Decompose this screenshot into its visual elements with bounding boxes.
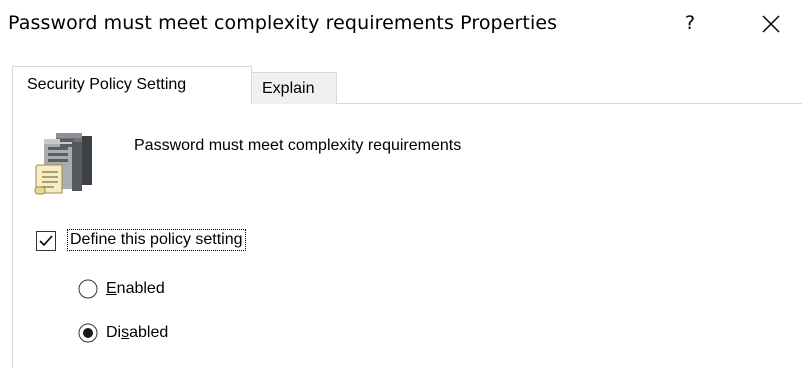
checkmark-icon	[39, 235, 53, 247]
enabled-label: Enabled	[106, 280, 165, 297]
policy-name: Password must meet complexity requiremen…	[134, 137, 462, 154]
checkbox-checked[interactable]	[36, 231, 56, 251]
define-policy-label: Define this policy setting	[67, 229, 246, 251]
server-policy-icon	[34, 131, 104, 197]
radio-unselected-icon[interactable]	[78, 279, 98, 299]
tab-label: Security Policy Setting	[27, 76, 187, 93]
disabled-label: Disabled	[106, 324, 169, 341]
tab-strip: Security Policy Setting Explain	[0, 0, 802, 104]
radio-selected-icon[interactable]	[78, 323, 98, 343]
tab-security-policy-setting[interactable]: Security Policy Setting	[12, 66, 252, 104]
tab-label: Explain	[262, 80, 315, 97]
tab-explain[interactable]: Explain	[251, 72, 337, 104]
